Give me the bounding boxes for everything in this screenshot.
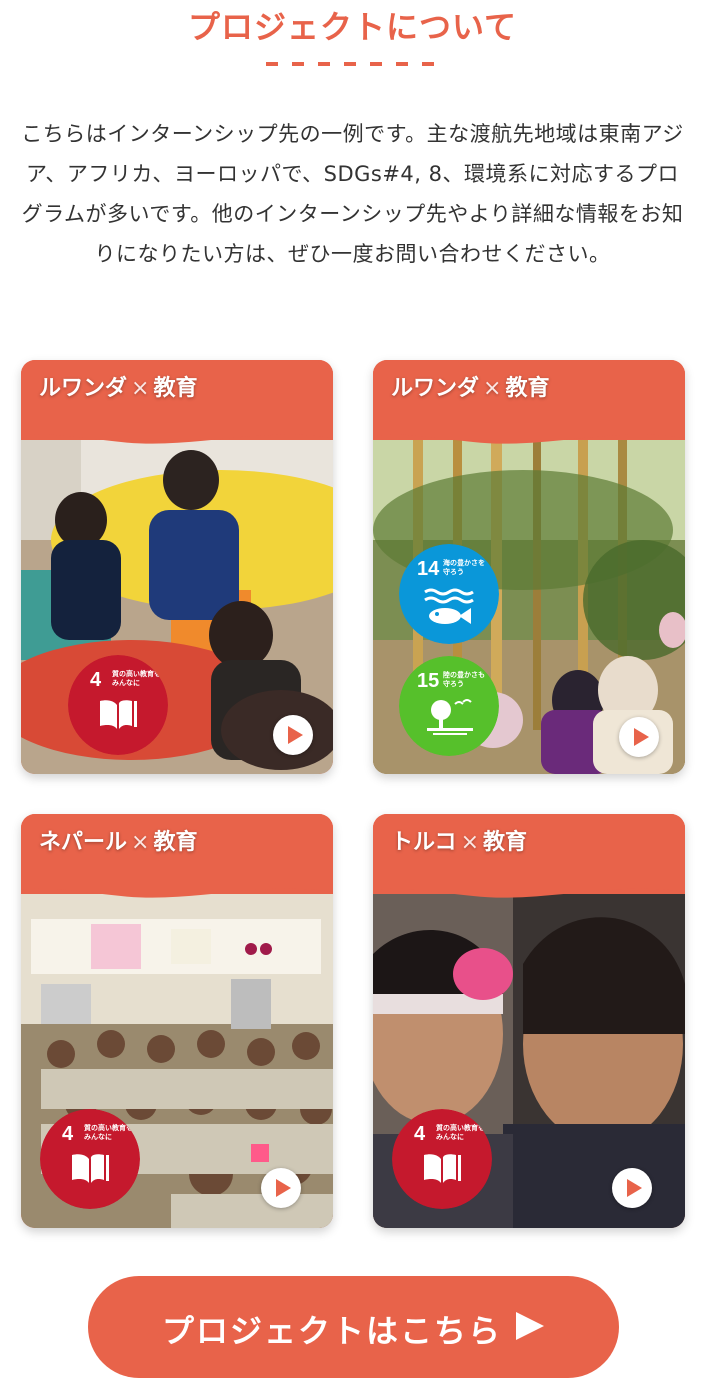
project-card-nepal[interactable]: ネパール × 教育 4 質の高い教育を みんなに — [21, 814, 333, 1228]
project-card-rwanda-1[interactable]: ルワンダ × 教育 4 質の高い教育を みんなに — [21, 360, 333, 774]
book-icon — [100, 700, 137, 729]
sdg-number: 15 — [417, 670, 440, 692]
book-icon — [424, 1154, 461, 1183]
project-card-rwanda-2[interactable]: ルワンダ × 教育 14 海の豊かさを 守ろう 15 陸の豊かさも 守ろう — [373, 360, 685, 774]
card-separator: × — [131, 830, 150, 855]
section-title: プロジェクトについて — [187, 8, 518, 46]
card-country: ネパール — [39, 830, 128, 855]
sdg-label: 質の高い教育を みんなに — [84, 1124, 133, 1141]
cta-label: プロジェクトはこちら — [162, 1312, 503, 1350]
card-separator: × — [483, 376, 502, 401]
title-dashed-underline — [266, 62, 440, 66]
play-video-button[interactable] — [273, 715, 313, 755]
book-icon — [72, 1154, 109, 1183]
card-country: ルワンダ — [39, 376, 128, 401]
sdg-label: 質の高い教育を みんなに — [112, 670, 161, 687]
card-country: トルコ — [391, 830, 457, 855]
fish-icon — [424, 588, 474, 624]
sdg-label: 海の豊かさを 守ろう — [443, 559, 485, 576]
sdg-label: 質の高い教育を みんなに — [436, 1124, 485, 1141]
sdg-number: 4 — [414, 1123, 426, 1145]
card-separator: × — [131, 376, 150, 401]
play-video-button[interactable] — [612, 1168, 652, 1208]
sdg-badge-14: 14 海の豊かさを 守ろう — [399, 544, 499, 644]
sdg-number: 14 — [417, 558, 440, 580]
tree-icon — [427, 699, 473, 735]
card-title: ネパール × 教育 — [39, 824, 197, 856]
play-video-button[interactable] — [261, 1168, 301, 1208]
sdg-label: 陸の豊かさも 守ろう — [443, 671, 485, 688]
sdg-badge-4: 4 質の高い教育を みんなに — [40, 1109, 140, 1209]
sdg-badge-15: 15 陸の豊かさも 守ろう — [399, 656, 499, 756]
project-card-turkey[interactable]: トルコ × 教育 4 質の高い教育を みんなに — [373, 814, 685, 1228]
card-title: トルコ × 教育 — [391, 824, 527, 856]
play-video-button[interactable] — [619, 717, 659, 757]
card-title: ルワンダ × 教育 — [391, 370, 549, 402]
sdg-badge-4: 4 質の高い教育を みんなに — [392, 1109, 492, 1209]
card-field: 教育 — [505, 376, 550, 401]
sdg-number: 4 — [62, 1123, 74, 1145]
sdg-number: 4 — [90, 669, 102, 691]
card-title: ルワンダ × 教育 — [39, 370, 197, 402]
card-country: ルワンダ — [391, 376, 480, 401]
card-field: 教育 — [153, 376, 198, 401]
card-separator: × — [460, 830, 479, 855]
card-field: 教育 — [483, 830, 528, 855]
card-field: 教育 — [153, 830, 198, 855]
intro-text: こちらはインターンシップ先の一例です。主な渡航先地域は東南アジア、アフリカ、ヨー… — [21, 122, 684, 266]
play-arrow-icon — [516, 1312, 544, 1340]
sdg-badge-4: 4 質の高い教育を みんなに — [68, 655, 168, 755]
projects-link-button[interactable]: プロジェクトはこちら — [88, 1276, 619, 1378]
